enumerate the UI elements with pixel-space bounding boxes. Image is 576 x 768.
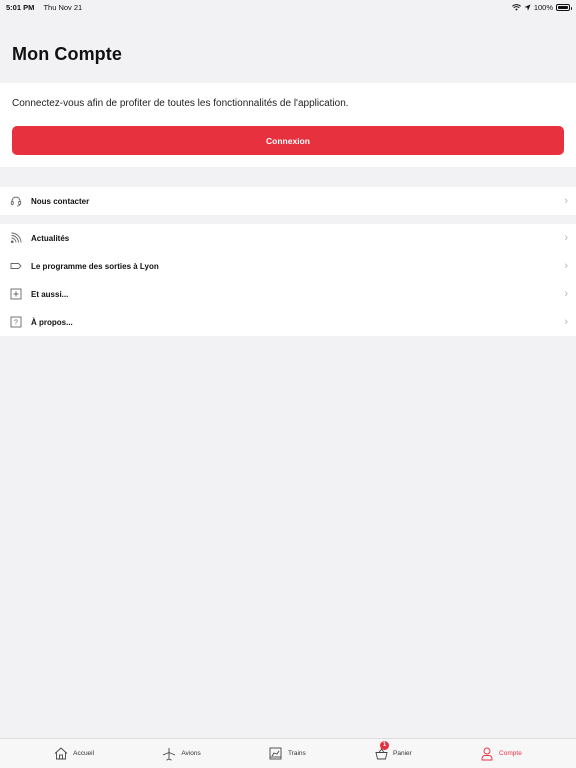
menu-item-label: Le programme des sorties à Lyon (31, 261, 159, 271)
train-icon (269, 747, 283, 761)
question-box-icon: ? (9, 315, 23, 329)
chevron-right-icon: › (564, 232, 568, 244)
cart-badge: 1 (380, 740, 390, 750)
main-menu: Actualités › Le programme des sorties à … (0, 224, 576, 336)
tab-label: Trains (287, 750, 306, 757)
tab-panier[interactable]: 1 Panier (374, 740, 412, 761)
status-left: 5:01 PM Thu Nov 21 (6, 3, 89, 12)
battery-percent: 100% (533, 2, 553, 12)
svg-text:?: ? (14, 320, 18, 327)
location-icon (524, 3, 531, 11)
status-right: 100% (511, 2, 572, 12)
rss-icon (9, 231, 23, 245)
chevron-right-icon: › (564, 288, 568, 300)
status-bar: 5:01 PM Thu Nov 21 100% (0, 0, 576, 14)
tab-label: Compte (499, 750, 522, 757)
home-icon (54, 747, 68, 761)
plus-box-icon (9, 287, 23, 301)
wifi-icon (511, 3, 521, 11)
menu-item-label: Nous contacter (31, 196, 90, 206)
contact-menu: Nous contacter › (0, 187, 576, 215)
user-icon (480, 747, 494, 761)
headset-icon (9, 194, 23, 208)
tab-label: Avions (181, 750, 201, 757)
page-title: Mon Compte (12, 44, 122, 64)
tab-label: Accueil (73, 750, 95, 757)
tab-avions[interactable]: Avions (162, 747, 201, 761)
menu-item-label: À propos... (31, 317, 73, 327)
status-date: Thu Nov 21 (43, 2, 83, 12)
menu-item-lyon-program[interactable]: Le programme des sorties à Lyon › (0, 252, 576, 280)
chevron-right-icon: › (564, 260, 568, 272)
login-message: Connectez-vous afin de profiter de toute… (12, 98, 349, 109)
tab-compte[interactable]: Compte (480, 747, 522, 761)
battery-icon (556, 3, 572, 11)
login-card: Connectez-vous afin de profiter de toute… (0, 83, 576, 167)
tag-icon (9, 259, 23, 273)
login-button[interactable]: Connexion (12, 126, 564, 155)
menu-item-label: Et aussi... (31, 289, 69, 299)
plane-icon (162, 747, 176, 761)
chevron-right-icon: › (564, 316, 568, 328)
tab-bar: Accueil Avions Trains 1 Panier Compte (0, 738, 576, 768)
chevron-right-icon: › (564, 195, 568, 207)
tab-label: Panier (393, 750, 412, 757)
tab-accueil[interactable]: Accueil (54, 747, 94, 761)
menu-item-news[interactable]: Actualités › (0, 224, 576, 252)
menu-item-contact[interactable]: Nous contacter › (0, 187, 576, 215)
menu-item-label: Actualités (31, 233, 70, 243)
menu-item-about[interactable]: ? À propos... › (0, 308, 576, 336)
menu-item-more[interactable]: Et aussi... › (0, 280, 576, 308)
status-time: 5:01 PM (6, 2, 35, 12)
tab-trains[interactable]: Trains (269, 747, 306, 761)
